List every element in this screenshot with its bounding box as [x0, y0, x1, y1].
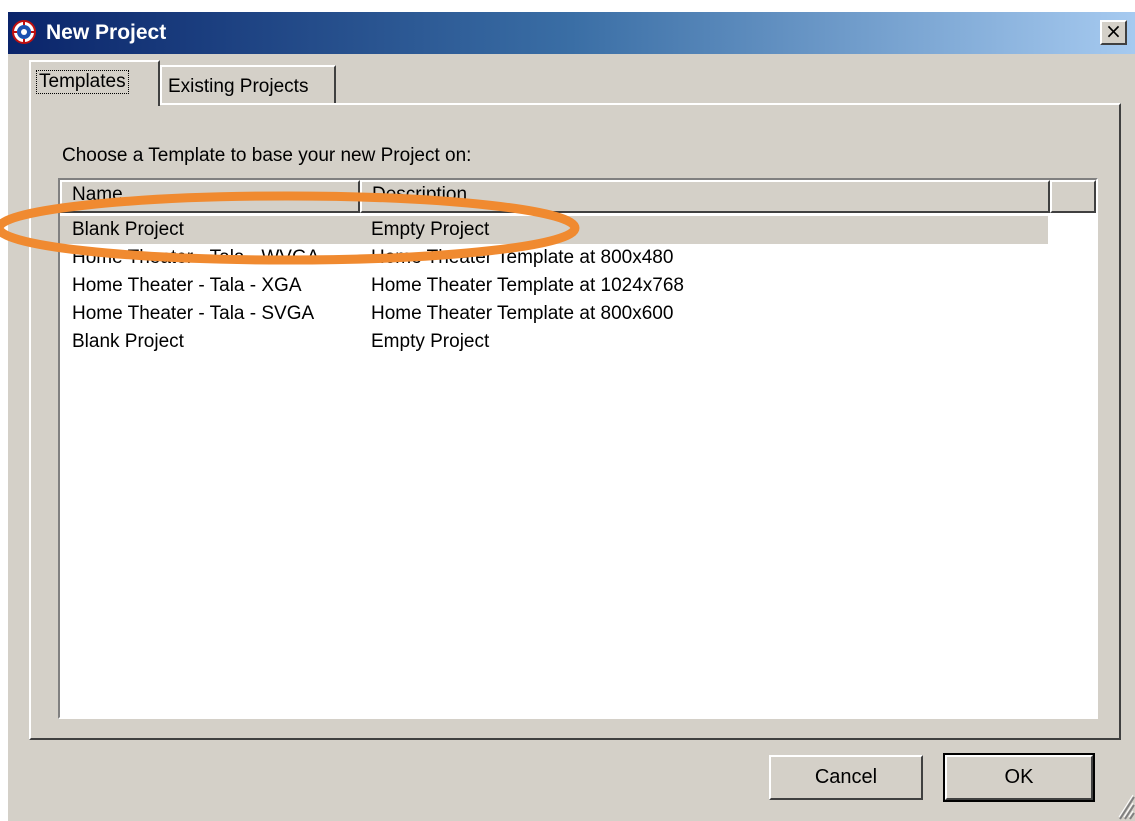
list-item-description: Home Theater Template at 800x600	[371, 303, 674, 324]
template-list[interactable]: Name Description Blank Project Empty Pro…	[58, 178, 1098, 719]
list-item[interactable]: Home Theater - Tala - XGA Home Theater T…	[60, 272, 1048, 300]
resize-grip-icon[interactable]	[1106, 783, 1135, 821]
list-item[interactable]: Blank Project Empty Project	[60, 216, 1048, 244]
list-item[interactable]: Blank Project Empty Project	[60, 328, 1048, 356]
list-item-name: Blank Project	[72, 331, 184, 352]
cancel-button[interactable]: Cancel	[769, 755, 923, 800]
list-item[interactable]: Home Theater - Tala - SVGA Home Theater …	[60, 300, 1048, 328]
list-item[interactable]: Home Theater - Tala - WVGA Home Theater …	[60, 244, 1048, 272]
list-item-name: Home Theater - Tala - XGA	[72, 275, 302, 296]
list-item-name: Blank Project	[72, 219, 184, 240]
column-header-description-label: Description	[372, 184, 468, 205]
close-button[interactable]: ×	[1100, 20, 1127, 45]
list-item-description: Home Theater Template at 800x480	[371, 247, 674, 268]
dialog-title: New Project	[46, 21, 167, 44]
tab-existing-projects[interactable]: Existing Projects	[160, 65, 336, 103]
list-item-description: Empty Project	[371, 331, 490, 352]
column-header-description[interactable]: Description	[360, 180, 1050, 213]
list-item-name: Home Theater - Tala - WVGA	[72, 247, 320, 268]
list-item-name: Home Theater - Tala - SVGA	[72, 303, 315, 324]
app-logo-icon	[12, 20, 36, 44]
tab-existing-projects-label: Existing Projects	[168, 76, 309, 97]
column-header-name[interactable]: Name	[60, 180, 360, 213]
tab-templates[interactable]: Templates	[29, 60, 160, 106]
list-item-description: Home Theater Template at 1024x768	[371, 275, 684, 296]
close-icon: ×	[1105, 19, 1122, 43]
column-header-filler	[1050, 180, 1096, 213]
tab-templates-label: Templates	[36, 70, 129, 94]
ok-button[interactable]: OK	[943, 753, 1095, 802]
list-item-description: Empty Project	[371, 219, 490, 240]
title-bar[interactable]: New Project ×	[8, 12, 1135, 54]
instruction-label: Choose a Template to base your new Proje…	[62, 145, 472, 166]
column-header-name-label: Name	[72, 184, 123, 205]
